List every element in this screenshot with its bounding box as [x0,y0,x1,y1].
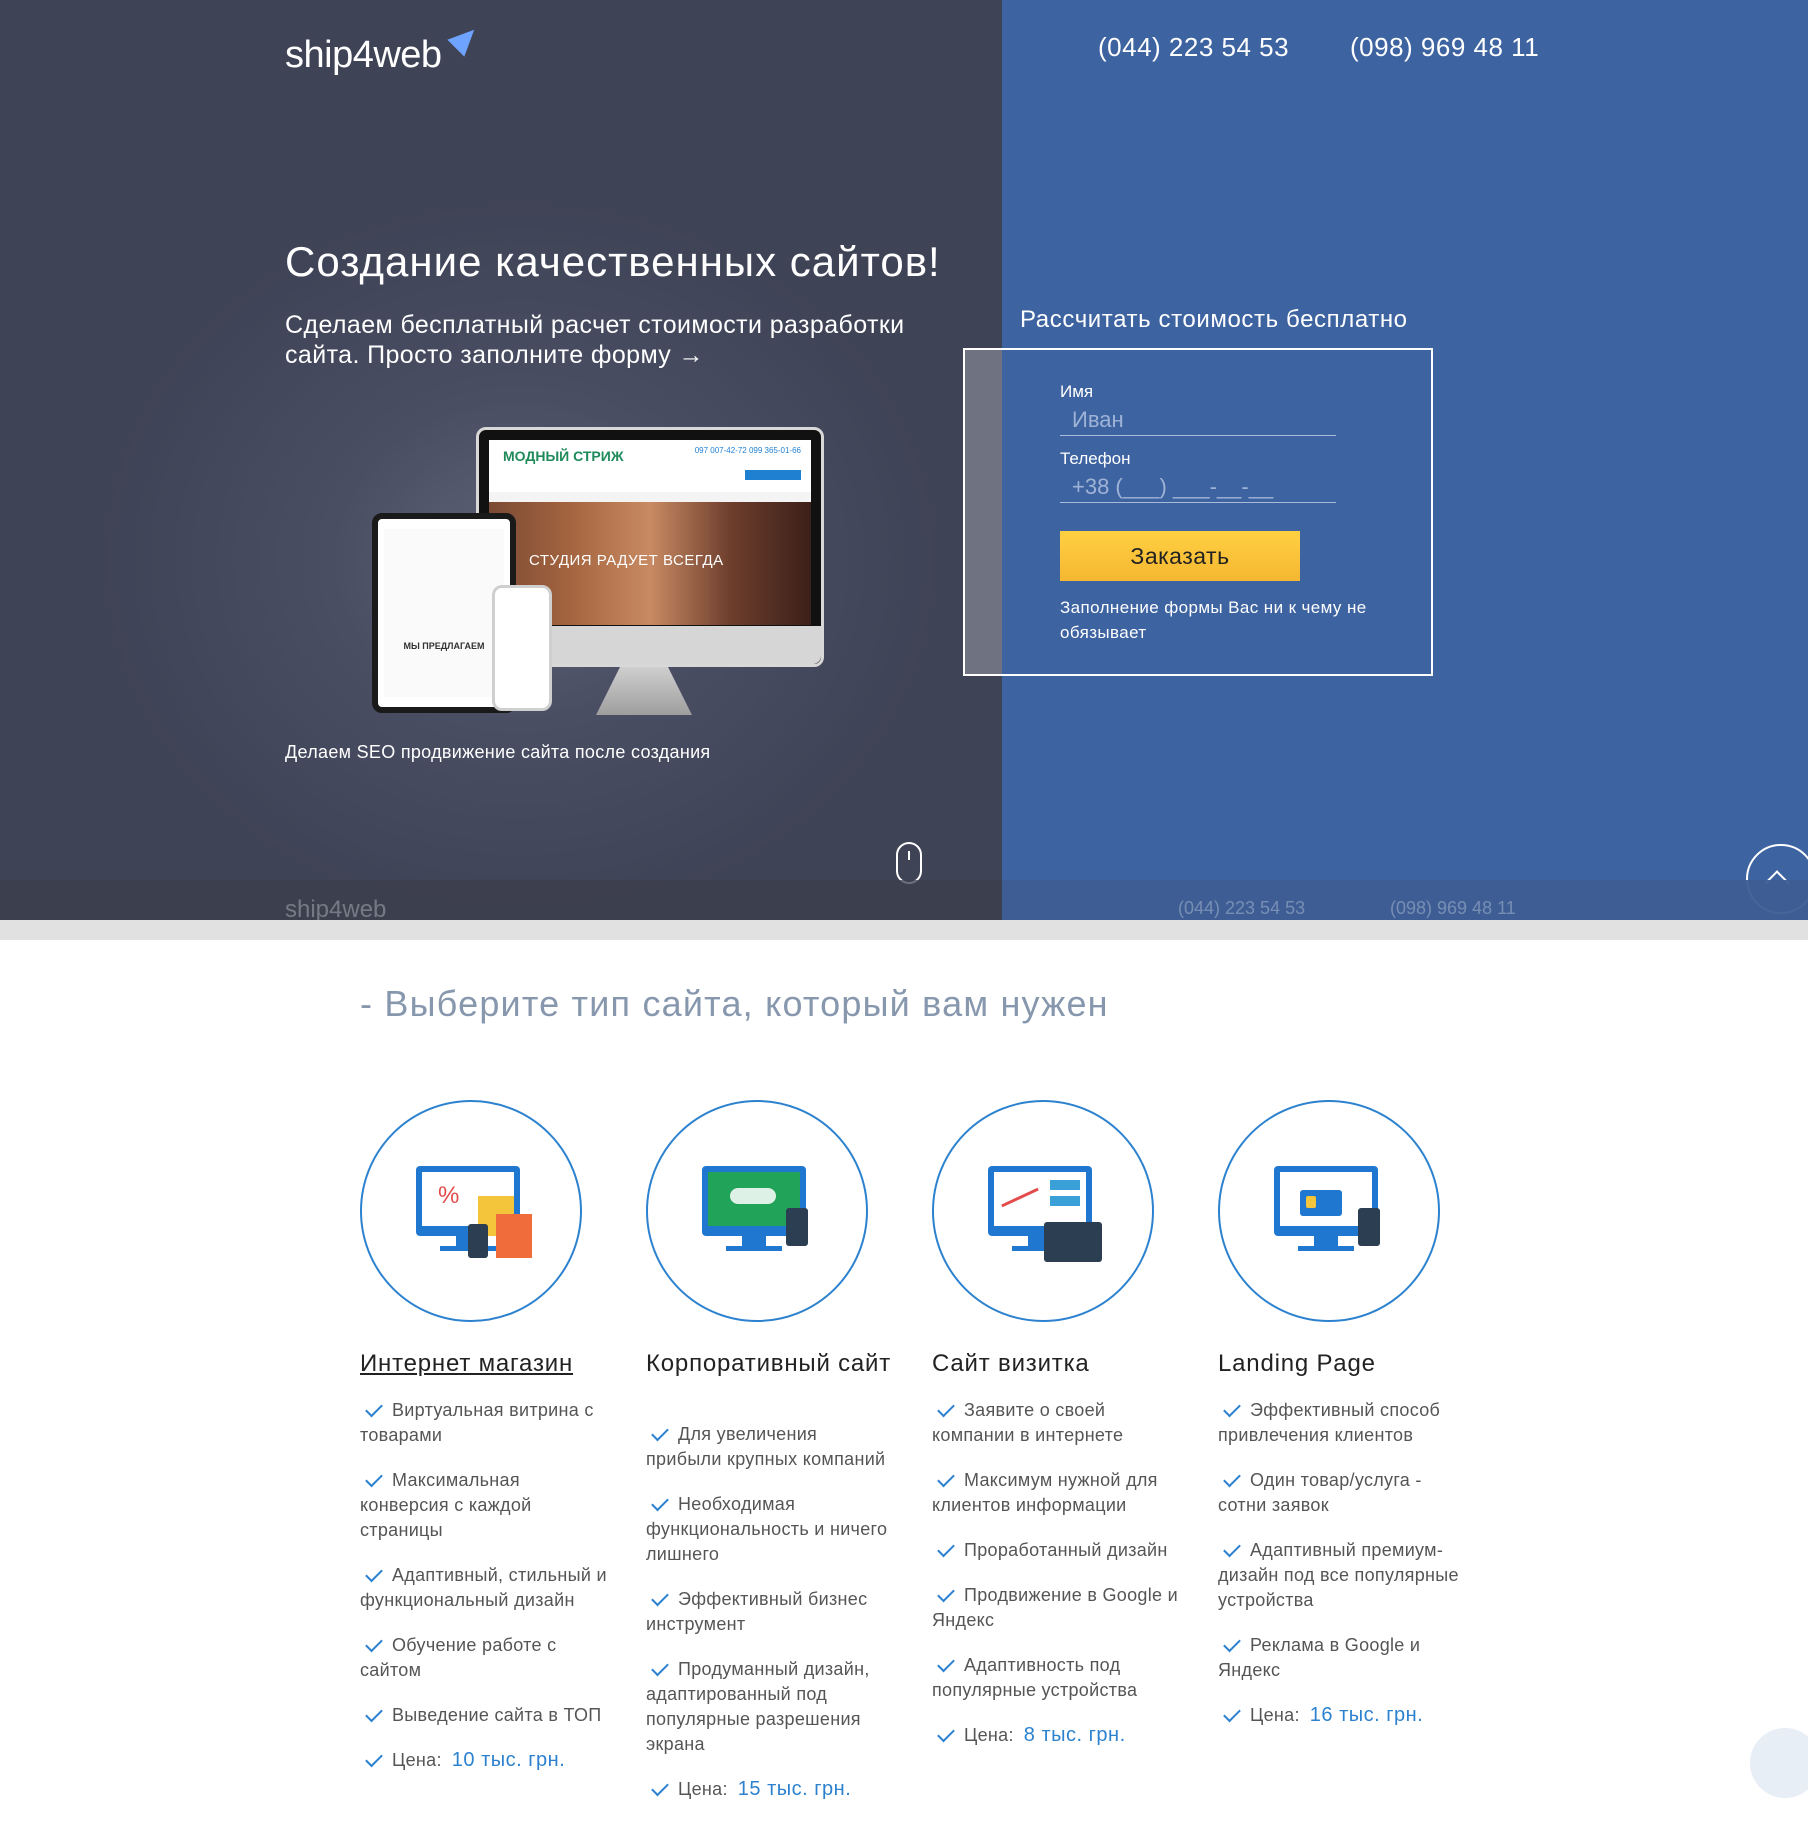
price-row: Цена: 10 тыс. грн. [360,1748,610,1773]
check-icon [651,1658,669,1677]
id-card-icon[interactable] [1218,1100,1440,1322]
feature-item: Максимальная конверсия с каждой страницы [360,1469,532,1540]
check-icon [1223,1399,1241,1418]
feature-item: Продвижение в Google и Яндекс [932,1584,1179,1630]
feature-list: Для увеличения прибыли крупных компаний … [646,1422,896,1822]
feature-item: Проработанный дизайн [932,1538,1182,1563]
feature-item: Реклама в Google и Яндекс [1218,1634,1421,1680]
check-icon [1223,1539,1241,1558]
check-icon [937,1399,955,1418]
feature-item: Эффективный способ привлечения клиентов [1218,1399,1441,1445]
chart-icon[interactable] [932,1100,1154,1322]
sticky-header: ship4web (044) 223 54 53 (098) 969 48 11 [0,880,1808,923]
site-type-title[interactable]: Интернет магазин [360,1352,610,1376]
feature-item: Виртуальная витрина с товарами [360,1399,594,1445]
section-divider [0,920,1808,940]
check-icon [651,1778,669,1797]
check-icon [937,1724,955,1743]
price-value: 16 тыс. грн. [1309,1704,1424,1726]
check-icon [365,1564,383,1583]
check-icon [651,1588,669,1607]
check-icon [1223,1634,1241,1653]
feature-list: Эффективный способ привлечения клиентов … [1218,1398,1468,1748]
scroll-top-button[interactable] [1750,1728,1808,1798]
phone-label: Телефон [1060,449,1131,468]
feature-item: Максимум нужной для клиентов информации [932,1469,1158,1515]
feature-item: Адаптивный, стильный и функциональный ди… [360,1564,607,1610]
price-row: Цена: 16 тыс. грн. [1218,1703,1468,1728]
feature-item: Адаптивность под популярные устройства [932,1654,1138,1700]
mock-site-logo: МОДНЫЙ СТРИЖ [503,448,624,464]
check-icon [365,1469,383,1488]
check-icon [651,1493,669,1512]
feature-item: Заявите о своей компании в интернете [932,1399,1124,1445]
price-value: 10 тыс. грн. [451,1749,566,1771]
seo-note: Делаем SEO продвижение сайта после созда… [285,742,711,762]
sticky-phone-2[interactable]: (098) 969 48 11 [1390,898,1516,919]
name-label: Имя [1060,382,1094,401]
check-icon [365,1749,383,1768]
check-icon [937,1584,955,1603]
header-phone-2[interactable]: (098) 969 48 11 [1350,32,1539,63]
iphone-mockup [492,585,552,711]
site-types-title: - Выберите тип сайта, который вам нужен [360,983,1109,1024]
name-input[interactable]: Иван [1060,404,1336,436]
header-phone-1[interactable]: (044) 223 54 53 [1098,32,1289,63]
check-icon [365,1634,383,1653]
mock-site-banner: СТУДИЯ РАДУЕТ ВСЕГДА [529,552,724,569]
scroll-mouse-icon[interactable] [896,842,922,884]
price-row: Цена: 8 тыс. грн. [932,1723,1182,1748]
feature-list: Виртуальная витрина с товарами Максималь… [360,1398,610,1793]
hero-section: ship4web (044) 223 54 53 (098) 969 48 11… [0,0,1808,923]
check-icon [651,1423,669,1442]
form-heading: Рассчитать стоимость бесплатно [1020,306,1408,333]
logo-text: ship4web [285,34,442,76]
check-icon [365,1399,383,1418]
feature-item: Эффективный бизнес инструмент [646,1588,868,1634]
feature-item: Продуманный дизайн, адаптированный под п… [646,1658,870,1754]
feature-list: Заявите о своей компании в интернете Мак… [932,1398,1182,1768]
feature-item: Для увеличения прибыли крупных компаний [646,1423,886,1469]
check-icon [1223,1704,1241,1723]
site-type-title[interactable]: Корпоративный сайт [646,1352,896,1376]
check-icon [937,1539,955,1558]
imac-stand [596,667,692,715]
feature-item: Выведение сайта в ТОП [360,1703,610,1728]
check-icon [937,1654,955,1673]
sticky-phone-1[interactable]: (044) 223 54 53 [1178,898,1305,919]
price-value: 8 тыс. грн. [1023,1724,1126,1746]
feature-item: Один товар/услуга - сотни заявок [1218,1469,1422,1515]
devices-illustration: МОДНЫЙ СТРИЖ 097 007-42-72 099 365-01-66… [370,425,830,725]
hero-title: Создание качественных сайтов! [285,238,941,285]
hero-subtitle: Сделаем бесплатный расчет стоимости разр… [285,311,905,369]
check-icon [1223,1469,1241,1488]
mock-ipad-heading: МЫ ПРЕДЛАГАЕМ [403,641,485,651]
price-value: 15 тыс. грн. [737,1778,852,1800]
shop-icon[interactable]: % [360,1100,582,1322]
site-type-title[interactable]: Landing Page [1218,1352,1468,1376]
handshake-icon[interactable] [646,1100,868,1322]
form-note: Заполнение формы Вас ни к чему не обязыв… [1060,598,1367,642]
site-type-title[interactable]: Сайт визитка [932,1352,1182,1376]
feature-item: Адаптивный премиум-дизайн под все популя… [1218,1539,1459,1610]
price-row: Цена: 15 тыс. грн. [646,1777,896,1802]
check-icon [937,1469,955,1488]
feature-item: Обучение работе с сайтом [360,1634,557,1680]
logo[interactable]: ship4web [285,21,483,77]
feature-item: Необходимая функциональность и ничего ли… [646,1493,888,1564]
check-icon [365,1704,383,1723]
mock-site-phone: 097 007-42-72 099 365-01-66 [694,446,801,455]
phone-input[interactable]: +38 (___) ___-__-__ [1060,471,1336,503]
order-button[interactable]: Заказать [1060,531,1300,581]
